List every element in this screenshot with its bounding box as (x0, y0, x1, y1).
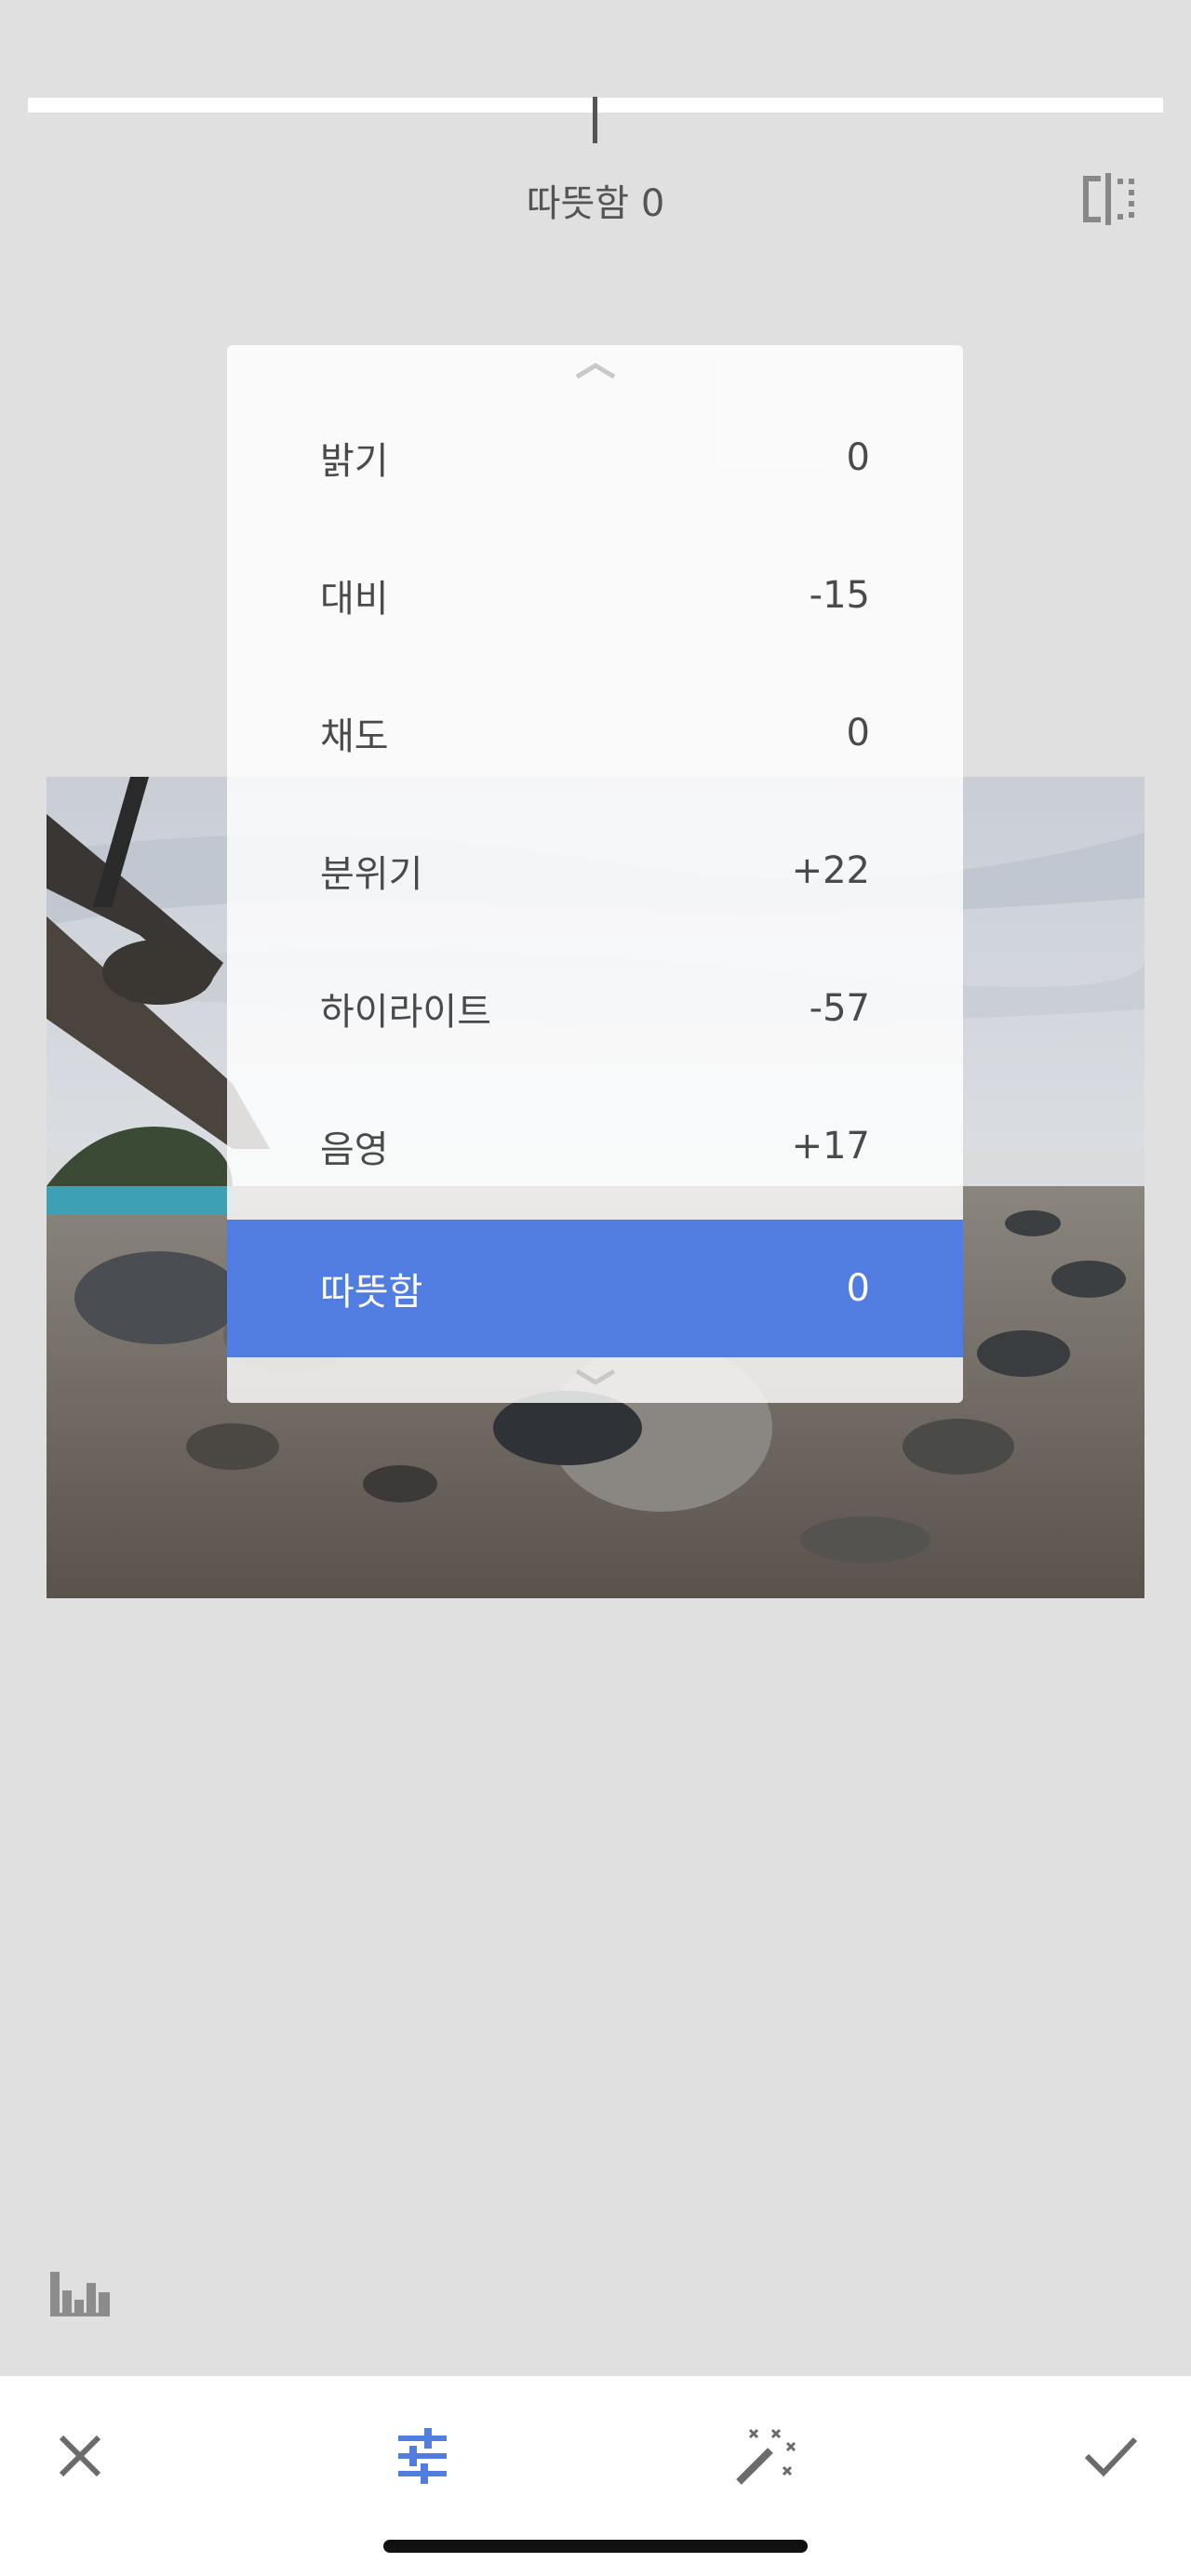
close-icon[interactable] (47, 2423, 114, 2489)
menu-item-brightness[interactable]: 밝기 0 (227, 389, 963, 527)
menu-item-saturation[interactable]: 채도 0 (227, 664, 963, 802)
menu-item-label: 음영 (320, 1128, 389, 1171)
menu-item-label: 대비 (320, 578, 389, 621)
menu-item-ambiance[interactable]: 분위기 +22 (227, 802, 963, 940)
menu-item-label: 분위기 (320, 853, 423, 896)
menu-item-contrast[interactable]: 대비 -15 (227, 527, 963, 664)
menu-item-value: 0 (846, 436, 870, 479)
menu-item-value: +17 (791, 1125, 870, 1168)
menu-item-value: 0 (846, 712, 870, 754)
sliders-icon[interactable] (389, 2423, 456, 2489)
menu-item-shadows[interactable]: 음영 +17 (227, 1077, 963, 1215)
adjust-slider-handle[interactable] (593, 97, 597, 143)
chevron-down-icon[interactable] (568, 1364, 623, 1392)
adjust-menu: 밝기 0 대비 -15 채도 0 분위기 +22 하이라이트 -57 음영 +1… (227, 345, 963, 1403)
check-icon[interactable] (1077, 2423, 1144, 2489)
menu-item-highlights[interactable]: 하이라이트 -57 (227, 940, 963, 1077)
chevron-up-icon[interactable] (568, 356, 623, 384)
histogram-icon[interactable] (48, 2270, 114, 2318)
menu-item-label: 채도 (320, 715, 389, 758)
menu-item-value: +22 (791, 849, 870, 892)
menu-item-label: 하이라이트 (320, 991, 491, 1034)
menu-item-label: 따뜻함 (320, 1271, 423, 1314)
menu-item-value: -57 (809, 987, 870, 1030)
menu-item-value: 0 (846, 1267, 870, 1310)
magic-wand-icon[interactable] (731, 2423, 798, 2489)
menu-item-label: 밝기 (320, 440, 389, 483)
home-indicator (383, 2540, 808, 2553)
parameter-readout: 따뜻함 0 (526, 182, 665, 225)
compare-icon[interactable] (1080, 171, 1138, 227)
menu-item-value: -15 (809, 574, 870, 617)
menu-item-warmth[interactable]: 따뜻함 0 (227, 1220, 963, 1357)
